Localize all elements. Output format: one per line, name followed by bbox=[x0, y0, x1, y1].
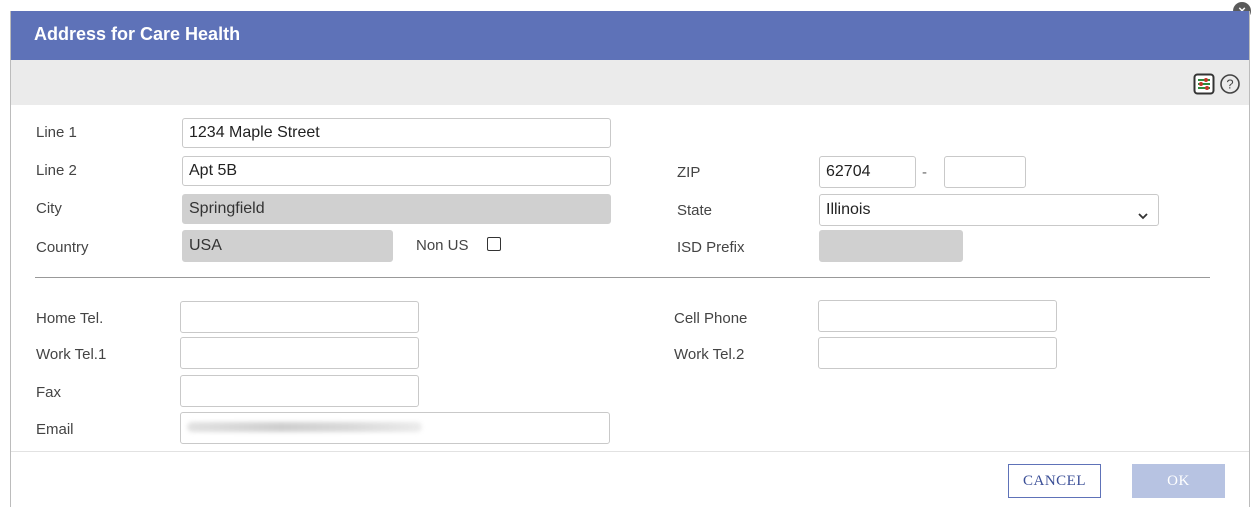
svg-text:?: ? bbox=[1226, 77, 1233, 92]
zip-extension-input[interactable] bbox=[944, 156, 1026, 188]
country-field: USA bbox=[182, 230, 393, 262]
ok-button[interactable]: OK bbox=[1132, 464, 1225, 498]
cell-phone-input[interactable] bbox=[818, 300, 1057, 332]
city-field: Springfield bbox=[182, 194, 611, 224]
non-us-label: Non US bbox=[416, 237, 469, 254]
email-redacted-value bbox=[187, 422, 422, 432]
zip-input[interactable]: 62704 bbox=[819, 156, 916, 188]
help-icon[interactable]: ? bbox=[1219, 73, 1241, 95]
state-label: State bbox=[677, 202, 713, 219]
cancel-button[interactable]: CANCEL bbox=[1008, 464, 1101, 498]
line1-input[interactable]: 1234 Maple Street bbox=[182, 118, 611, 148]
line1-label: Line 1 bbox=[36, 124, 77, 141]
zip-label: ZIP bbox=[677, 164, 701, 181]
footer-divider bbox=[11, 451, 1249, 452]
work-tel1-input[interactable] bbox=[180, 337, 419, 369]
non-us-checkbox[interactable] bbox=[487, 237, 501, 251]
fax-label: Fax bbox=[36, 384, 62, 401]
home-tel-label: Home Tel. bbox=[36, 310, 104, 327]
line2-input[interactable]: Apt 5B bbox=[182, 156, 611, 186]
line2-label: Line 2 bbox=[36, 162, 77, 179]
address-dialog: Address for Care Health ? Line 1 1234 Ma… bbox=[10, 11, 1250, 507]
work-tel2-label: Work Tel.2 bbox=[674, 346, 745, 363]
cell-phone-label: Cell Phone bbox=[674, 310, 748, 327]
chevron-down-icon bbox=[1137, 203, 1149, 225]
dialog-title: Address for Care Health bbox=[11, 11, 1249, 60]
settings-sliders-icon[interactable] bbox=[1193, 73, 1215, 95]
state-selected-value: Illinois bbox=[826, 201, 871, 218]
zip-separator: - bbox=[922, 164, 927, 181]
section-divider bbox=[35, 277, 1210, 278]
dialog-toolbar: ? bbox=[11, 60, 1249, 105]
isd-prefix-field bbox=[819, 230, 963, 262]
isd-prefix-label: ISD Prefix bbox=[677, 239, 745, 256]
email-label: Email bbox=[36, 421, 74, 438]
fax-input[interactable] bbox=[180, 375, 419, 407]
work-tel2-input[interactable] bbox=[818, 337, 1057, 369]
city-label: City bbox=[36, 200, 62, 217]
home-tel-input[interactable] bbox=[180, 301, 419, 333]
country-label: Country bbox=[36, 239, 89, 256]
email-input[interactable] bbox=[180, 412, 610, 444]
state-select[interactable]: Illinois bbox=[819, 194, 1159, 226]
work-tel1-label: Work Tel.1 bbox=[36, 346, 107, 363]
